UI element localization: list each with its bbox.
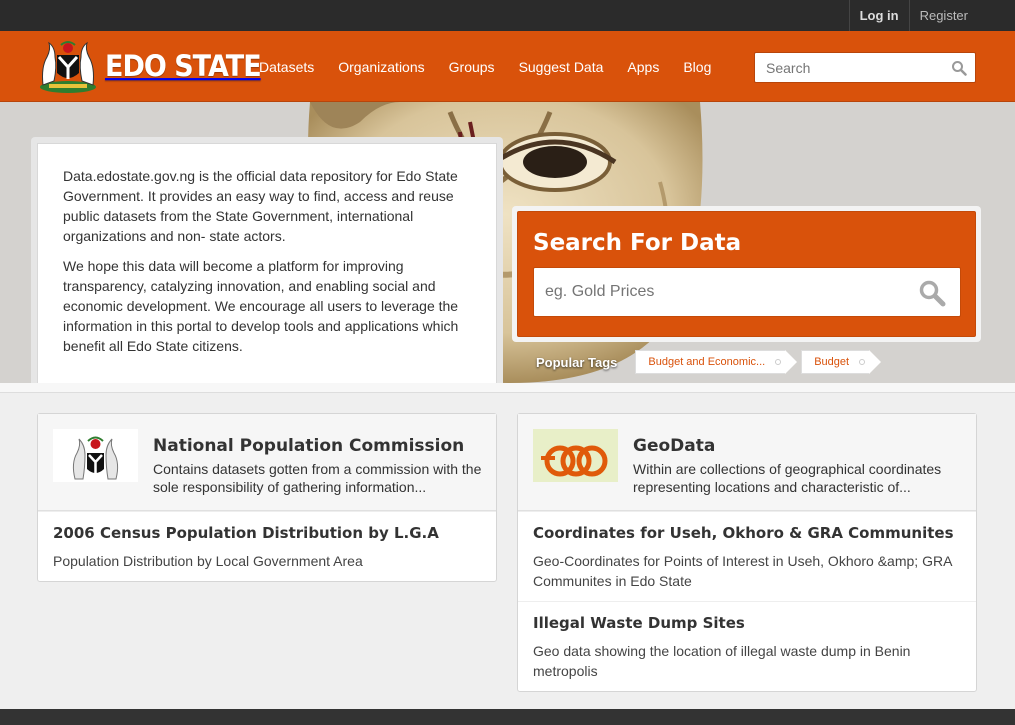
tag-hole-icon: [859, 359, 866, 365]
organization-logo[interactable]: [53, 429, 138, 482]
header-search-input[interactable]: [755, 53, 945, 82]
organization-description: Contains datasets gotten from a commissi…: [153, 461, 482, 495]
intro-panel: Data.edostate.gov.ng is the official dat…: [31, 137, 503, 383]
register-link[interactable]: Register: [908, 0, 978, 31]
dataset-search-field: [533, 267, 961, 317]
search-for-data-box: Search For Data: [517, 211, 976, 337]
nav-blog[interactable]: Blog: [671, 59, 723, 75]
tag-hole-icon: [775, 359, 782, 365]
organization-title[interactable]: National Population Commission: [153, 436, 464, 456]
tag-budget[interactable]: Budget: [801, 350, 881, 374]
dataset-item[interactable]: Coordinates for Useh, Okhoro & GRA Commu…: [518, 511, 976, 601]
dataset-description: Population Distribution by Local Governm…: [53, 553, 363, 569]
site-name: EDO STATE: [105, 48, 262, 84]
nav-groups[interactable]: Groups: [437, 59, 507, 75]
dataset-item[interactable]: Illegal Waste Dump Sites Geo data showin…: [518, 601, 976, 691]
search-icon[interactable]: [918, 279, 946, 307]
nav-datasets[interactable]: Datasets: [247, 59, 326, 75]
dataset-title[interactable]: Coordinates for Useh, Okhoro & GRA Commu…: [533, 523, 961, 543]
organization-logo[interactable]: [533, 429, 618, 482]
site-logo[interactable]: EDO STATE: [37, 36, 262, 96]
nav-apps[interactable]: Apps: [615, 59, 671, 75]
organization-header[interactable]: GeoData Within are collections of geogra…: [518, 414, 976, 511]
organization-card: National Population Commission Contains …: [37, 413, 497, 582]
hero-section: Data.edostate.gov.ng is the official dat…: [0, 102, 1015, 383]
organization-card: GeoData Within are collections of geogra…: [517, 413, 977, 692]
search-panel: Search For Data: [512, 206, 981, 342]
dataset-search-input[interactable]: [534, 268, 904, 316]
organization-title[interactable]: GeoData: [633, 436, 715, 456]
dataset-title[interactable]: 2006 Census Population Distribution by L…: [53, 523, 481, 543]
main-nav: Datasets Organizations Groups Suggest Da…: [247, 31, 723, 102]
organization-header[interactable]: National Population Commission Contains …: [38, 414, 496, 511]
dataset-title[interactable]: Illegal Waste Dump Sites: [533, 613, 961, 633]
tag-label: Budget: [814, 356, 850, 368]
tag-budget-and-economic[interactable]: Budget and Economic...: [635, 350, 797, 374]
intro-paragraph-2: We hope this data will become a platform…: [63, 258, 459, 354]
nav-suggest-data[interactable]: Suggest Data: [507, 59, 616, 75]
coat-of-arms-icon: [40, 41, 96, 93]
account-links: Log in Register: [848, 0, 978, 31]
section-divider: [0, 383, 1015, 393]
popular-tags-label: Popular Tags: [536, 354, 618, 370]
footer: [0, 709, 1015, 725]
dataset-description: Geo-Coordinates for Points of Interest i…: [533, 553, 952, 589]
account-bar: Log in Register: [0, 0, 1015, 31]
header-search: [754, 52, 976, 83]
intro-paragraph-1: Data.edostate.gov.ng is the official dat…: [63, 168, 458, 244]
coat-of-arms-icon: [53, 429, 138, 482]
search-icon[interactable]: [951, 60, 967, 76]
search-panel-title: Search For Data: [533, 230, 742, 256]
tag-label: Budget and Economic...: [648, 356, 766, 368]
intro-text: Data.edostate.gov.ng is the official dat…: [37, 143, 497, 383]
nav-organizations[interactable]: Organizations: [326, 59, 436, 75]
geodata-logo-icon: [533, 429, 618, 482]
login-link[interactable]: Log in: [848, 0, 909, 31]
popular-tags: Popular Tags Budget and Economic... Budg…: [536, 350, 885, 374]
organization-description: Within are collections of geographical c…: [633, 461, 942, 495]
dataset-item[interactable]: 2006 Census Population Distribution by L…: [38, 511, 496, 581]
masthead: EDO STATE Datasets Organizations Groups …: [0, 31, 1015, 102]
dataset-description: Geo data showing the location of illegal…: [533, 643, 911, 679]
